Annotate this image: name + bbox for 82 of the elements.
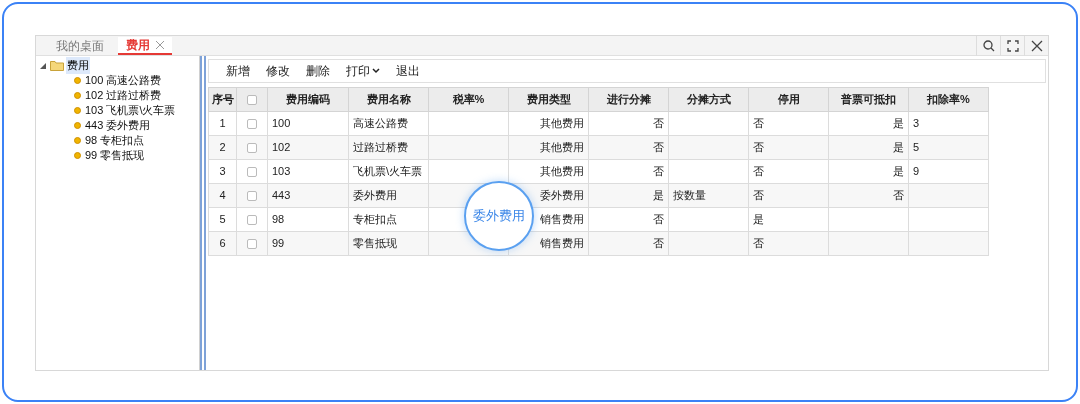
toolbar-button[interactable]: 删除 [299,61,337,81]
tab[interactable]: 我的桌面 [48,37,112,55]
table-cell: 零售抵现 [348,231,429,256]
checkbox[interactable] [247,143,257,154]
table-cell: 否 [588,207,669,232]
column-header[interactable]: 进行分摊 [588,87,669,112]
table-cell: 其他费用 [508,111,589,136]
tree-item[interactable]: 99 零售抵现 [85,147,145,164]
column-header[interactable]: 费用编码 [267,87,349,112]
column-header[interactable]: 费用类型 [508,87,589,112]
table-cell: 否 [588,231,669,256]
table-cell: 按数量 [668,183,749,208]
folder-icon [50,60,64,71]
table-cell: 否 [748,231,829,256]
table-cell: 6 [208,231,237,256]
table-cell: 是 [828,159,909,184]
column-header[interactable]: 扣除率% [908,87,989,112]
tab[interactable]: 费用 [118,37,172,55]
checkbox[interactable] [247,239,257,250]
column-header[interactable]: 分摊方式 [668,87,749,112]
fullscreen-icon[interactable] [1006,40,1019,52]
toolbar-button[interactable]: 打印 [339,61,387,81]
table-cell: 443 [267,183,349,208]
table-cell: 5 [908,135,989,160]
column-header[interactable]: 序号 [208,87,237,112]
table-cell: 否 [588,159,669,184]
table-cell: 委外费用 [348,183,429,208]
column-header[interactable]: 费用名称 [348,87,429,112]
table-cell: 4 [208,183,237,208]
table-cell: 99 [267,231,349,256]
tree-item[interactable]: 102 过路过桥费 [85,87,162,104]
checkbox[interactable] [247,191,257,202]
column-header[interactable]: 停用 [748,87,829,112]
checkbox[interactable] [247,215,257,226]
bullet-icon [74,122,81,129]
expand-triangle-icon[interactable] [40,62,46,69]
tree-item[interactable]: 100 高速公路费 [85,72,162,89]
toolbar-button[interactable]: 修改 [259,61,297,81]
bullet-icon [74,152,81,159]
checkbox[interactable] [247,119,257,130]
table-cell: 5 [208,207,237,232]
table-cell: 否 [748,183,829,208]
table-cell: 1 [208,111,237,136]
table-cell: 过路过桥费 [348,135,429,160]
tree-node[interactable]: 费用 [66,57,90,74]
toolbar-button[interactable]: 新增 [219,61,257,81]
table-cell: 9 [908,159,989,184]
table-cell: 其他费用 [508,135,589,160]
table-cell: 是 [828,135,909,160]
search-icon[interactable] [982,40,995,52]
table-cell: 否 [828,183,909,208]
tree-item[interactable]: 443 委外费用 [85,117,151,134]
table-cell: 专柜扣点 [348,207,429,232]
table-cell: 否 [748,135,829,160]
bullet-icon [74,92,81,99]
table-cell: 是 [588,183,669,208]
table-cell: 102 [267,135,349,160]
table-cell: 飞机票\火车票 [348,159,429,184]
table-cell: 100 [267,111,349,136]
table-cell: 是 [828,111,909,136]
checkbox[interactable] [247,95,257,106]
table-cell: 高速公路费 [348,111,429,136]
bullet-icon [74,77,81,84]
close-icon[interactable] [1030,40,1043,52]
table-cell: 98 [267,207,349,232]
table-cell: 是 [748,207,829,232]
table-cell: 3 [208,159,237,184]
table-cell: 103 [267,159,349,184]
table-cell: 3 [908,111,989,136]
column-header[interactable]: 税率% [428,87,509,112]
tree-item[interactable]: 103 飞机票\火车票 [85,102,176,119]
table-cell: 否 [748,111,829,136]
bullet-icon [74,137,81,144]
column-header[interactable]: 普票可抵扣 [828,87,909,112]
table-cell: 否 [588,135,669,160]
table-cell: 否 [748,159,829,184]
table-cell: 2 [208,135,237,160]
bullet-icon [74,107,81,114]
tree-item[interactable]: 98 专柜扣点 [85,132,145,149]
checkbox[interactable] [247,167,257,178]
toolbar-button[interactable]: 退出 [389,61,427,81]
table-cell: 否 [588,111,669,136]
